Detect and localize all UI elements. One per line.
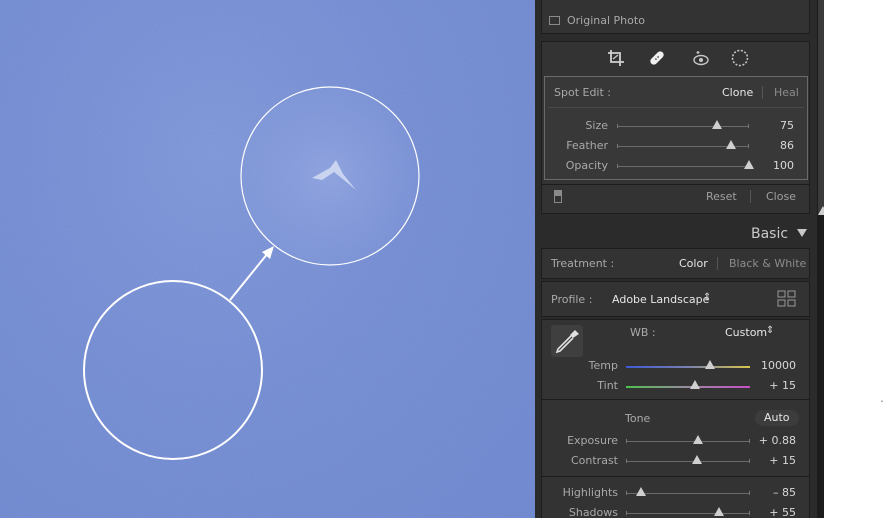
exposure-value[interactable]: + 0.88 — [759, 434, 796, 447]
wb-dropdown[interactable]: Custom — [725, 326, 767, 339]
radial-filter-icon[interactable] — [731, 49, 749, 67]
treatment-separator — [717, 257, 718, 270]
spot-close-button[interactable]: Close — [766, 190, 796, 203]
contrast-slider-ends — [626, 459, 750, 463]
basic-panel-title: Basic — [751, 226, 789, 242]
profile-dropdown-arrows: ⇕ — [703, 292, 712, 303]
shadows-label: Shadows — [568, 506, 618, 518]
feather-value[interactable]: 86 — [780, 139, 794, 152]
opacity-slider-thumb[interactable] — [744, 160, 754, 169]
window-background — [824, 0, 884, 518]
temp-slider-thumb[interactable] — [705, 360, 716, 369]
collapse-triangle-icon[interactable] — [797, 229, 807, 237]
feather-slider-thumb[interactable] — [725, 140, 736, 149]
contrast-value[interactable]: + 15 — [769, 454, 796, 467]
profile-label: Profile : — [551, 293, 593, 306]
exposure-label: Exposure — [567, 434, 618, 447]
temp-slider-track[interactable] — [626, 366, 750, 368]
spot-edit-divider — [548, 107, 804, 108]
edge-mark: ˇ — [880, 400, 884, 409]
temp-label: Temp — [588, 359, 618, 372]
shadows-value[interactable]: + 55 — [769, 506, 796, 518]
crop-icon[interactable] — [607, 49, 625, 67]
size-label: Size — [585, 119, 608, 132]
spot-edit-label: Spot Edit : — [554, 86, 612, 99]
white-balance-eyedropper-icon[interactable] — [550, 324, 584, 358]
shadows-slider-thumb[interactable] — [714, 507, 724, 516]
highlights-value[interactable]: – 85 — [773, 486, 796, 499]
reset-close-separator — [750, 190, 751, 203]
tone-label: Tone — [625, 412, 651, 425]
tint-slider-thumb[interactable] — [690, 380, 701, 389]
clone-mode-button[interactable]: Clone — [722, 86, 753, 99]
size-slider-ends — [617, 124, 749, 128]
tint-label: Tint — [597, 379, 618, 392]
red-eye-icon[interactable] — [692, 49, 710, 67]
exposure-slider-ends — [626, 439, 750, 443]
original-photo-checkbox[interactable] — [549, 16, 560, 25]
size-value[interactable]: 75 — [780, 119, 794, 132]
opacity-value[interactable]: 100 — [773, 159, 794, 172]
tone-divider — [541, 399, 810, 400]
spot-overlay[interactable] — [0, 0, 535, 518]
wb-label: WB : — [630, 326, 656, 339]
wb-dropdown-arrows: ⇕ — [766, 325, 775, 336]
contrast-label: Contrast — [570, 454, 618, 467]
treatment-color-button[interactable]: Color — [679, 257, 708, 270]
highlights-label: Highlights — [562, 486, 618, 499]
auto-tone-label: Auto — [764, 411, 790, 424]
photo-canvas[interactable] — [0, 0, 535, 518]
heal-brush-icon[interactable] — [648, 49, 666, 67]
exposure-slider-thumb[interactable] — [692, 435, 703, 444]
highlights-slider-thumb[interactable] — [635, 487, 646, 496]
temp-value[interactable]: 10000 — [761, 359, 796, 372]
feather-label: Feather — [566, 139, 608, 152]
tint-slider-track[interactable] — [626, 386, 750, 388]
size-slider-thumb[interactable] — [712, 120, 723, 129]
opacity-label: Opacity — [565, 159, 608, 172]
mode-separator — [762, 86, 763, 99]
tint-value[interactable]: + 15 — [769, 379, 796, 392]
highlights-divider — [541, 476, 810, 477]
heal-mode-button[interactable]: Heal — [774, 86, 799, 99]
profile-browser-grid-icon[interactable] — [777, 290, 797, 308]
heal-destination-circle[interactable] — [240, 86, 420, 266]
panel-scrollbar[interactable] — [817, 0, 828, 518]
overlay-toggle-icon[interactable] — [554, 190, 562, 203]
spot-reset-button[interactable]: Reset — [706, 190, 737, 203]
opacity-slider-ends — [617, 164, 749, 168]
treatment-label: Treatment : — [551, 257, 615, 270]
treatment-bw-button[interactable]: Black & White — [729, 257, 806, 270]
original-photo-label: Original Photo — [567, 14, 645, 27]
contrast-slider-thumb[interactable] — [691, 455, 702, 464]
profile-dropdown[interactable]: Adobe Landscape — [612, 293, 709, 306]
shadows-slider-ends — [626, 511, 750, 515]
